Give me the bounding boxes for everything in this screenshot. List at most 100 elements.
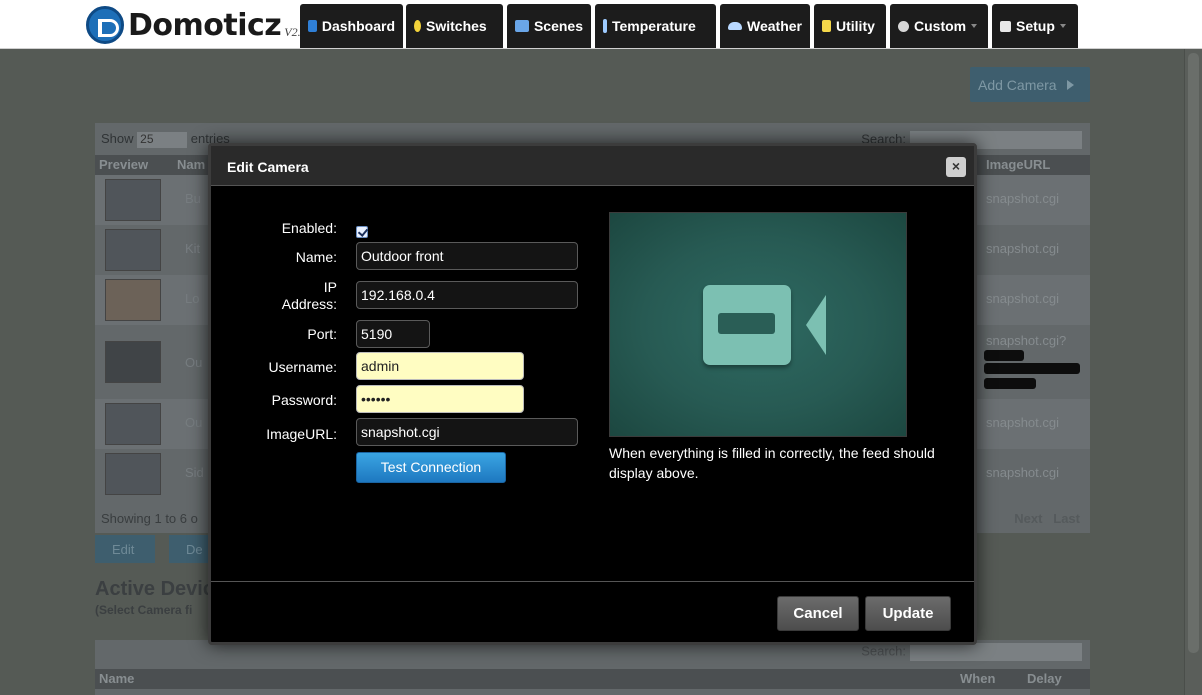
weather-icon	[728, 22, 742, 30]
arrow-right-icon	[1066, 79, 1074, 90]
row-name: Lo	[185, 291, 200, 306]
camera-preview	[609, 212, 907, 437]
nav-switches[interactable]: Switches	[406, 4, 503, 48]
nav-dashboard-label: Dashboard	[321, 18, 395, 34]
ip-label-line2: Address:	[281, 296, 337, 312]
ip-address-field[interactable]: 192.168.0.4	[356, 281, 578, 309]
dialog-title: Edit Camera	[211, 146, 974, 186]
username-label: Username:	[268, 359, 337, 375]
scrollbar-thumb[interactable]	[1188, 53, 1199, 653]
nav-dashboard[interactable]: Dashboard	[300, 4, 403, 48]
username-field[interactable]: admin	[356, 352, 524, 380]
nav-custom-label: Custom	[914, 18, 967, 34]
test-connection-button[interactable]: Test Connection	[356, 452, 506, 483]
nav-custom[interactable]: Custom	[890, 4, 988, 48]
nav-temperature[interactable]: Temperature	[595, 4, 716, 48]
utility-icon	[822, 20, 831, 32]
close-icon[interactable]: ×	[946, 157, 966, 177]
row-name: Kit	[185, 241, 201, 256]
dashboard-icon	[308, 20, 317, 32]
col-name[interactable]: Nam	[177, 157, 205, 172]
edit-button[interactable]: Edit	[95, 535, 155, 563]
password-label: Password:	[271, 392, 337, 408]
chevron-down-icon	[971, 24, 978, 28]
row-name: Bu	[185, 191, 201, 206]
camera-thumbnail	[105, 453, 161, 495]
redacted-block	[984, 363, 1080, 374]
camera-thumbnail	[105, 341, 161, 383]
nav-utility-label: Utility	[836, 18, 875, 34]
row-url: snapshot.cgi	[986, 465, 1059, 480]
active-devices-table: Search: Name When Delay	[95, 640, 1090, 695]
page-scrollbar[interactable]	[1184, 49, 1202, 695]
active-devices-subtitle: (Select Camera fi	[95, 603, 193, 617]
row-name: Ou	[185, 415, 203, 430]
port-label: Port:	[307, 326, 337, 342]
row-url: snapshot.cgi	[986, 415, 1059, 430]
row-url: snapshot.cgi	[986, 291, 1059, 306]
update-button[interactable]: Update	[865, 596, 951, 631]
search-input[interactable]	[910, 643, 1082, 661]
table-pager: Next Last	[1014, 511, 1080, 526]
scenes-icon	[515, 20, 529, 32]
pager-last[interactable]: Last	[1053, 511, 1080, 526]
cancel-button[interactable]: Cancel	[777, 596, 859, 631]
domoticz-logo-icon	[86, 6, 124, 44]
table-info: Showing 1 to 6 o	[101, 511, 198, 526]
nav-weather[interactable]: Weather	[720, 4, 810, 48]
password-field[interactable]: ••••••	[356, 385, 524, 413]
brand-name: Domoticz	[128, 7, 282, 43]
tools-icon	[1000, 20, 1011, 32]
col-delay[interactable]: Delay	[1027, 671, 1062, 686]
gear-icon	[898, 20, 909, 32]
camera-thumbnail	[105, 403, 161, 445]
chevron-down-icon	[1059, 24, 1066, 28]
pager-next[interactable]: Next	[1014, 511, 1042, 526]
edit-camera-dialog: Edit Camera × Enabled: Name: Outdoor fro…	[208, 143, 977, 645]
imageurl-label: ImageURL:	[266, 426, 337, 442]
domoticz-logo[interactable]: Domoticz V2.4349	[86, 6, 325, 44]
nav-scenes-label: Scenes	[533, 18, 583, 34]
col-imageurl[interactable]: ImageURL	[986, 157, 1050, 172]
table2-header: Name When Delay	[95, 669, 1090, 689]
camera-thumbnail	[105, 229, 161, 271]
thermometer-icon	[603, 19, 607, 33]
lightbulb-icon	[414, 20, 421, 32]
col-preview[interactable]: Preview	[99, 157, 148, 172]
nav-switches-label: Switches	[426, 18, 487, 34]
add-camera-label: Add Camera	[978, 76, 1057, 93]
row-url: snapshot.cgi	[986, 241, 1059, 256]
dialog-divider	[211, 581, 974, 582]
add-camera-button[interactable]: Add Camera	[970, 67, 1090, 102]
nav-setup[interactable]: Setup	[992, 4, 1078, 48]
camera-lens-icon	[806, 295, 826, 355]
active-devices-title: Active Devic	[95, 578, 214, 600]
camera-thumbnail	[105, 279, 161, 321]
nav-weather-label: Weather	[747, 18, 802, 34]
nav-scenes[interactable]: Scenes	[507, 4, 591, 48]
nav-utility[interactable]: Utility	[814, 4, 886, 48]
redacted-block	[984, 378, 1036, 389]
row-name: Ou	[185, 355, 203, 370]
show-label: Show	[101, 131, 134, 146]
camera-thumbnail	[105, 179, 161, 221]
top-navbar: Domoticz V2.4349 Dashboard Switches Scen…	[0, 0, 1202, 49]
row-name: Sid	[185, 465, 204, 480]
nav-setup-label: Setup	[1016, 18, 1055, 34]
ip-label-line1: IP	[323, 279, 337, 295]
col-name[interactable]: Name	[99, 671, 134, 686]
col-when[interactable]: When	[960, 671, 995, 686]
row-url: snapshot.cgi?	[986, 333, 1067, 348]
name-field[interactable]: Outdoor front	[356, 242, 578, 270]
entries-select[interactable]: 25	[137, 131, 188, 148]
imageurl-field[interactable]: snapshot.cgi	[356, 418, 578, 446]
camera-slot	[718, 313, 775, 334]
enabled-label: Enabled:	[281, 220, 337, 236]
port-field[interactable]: 5190	[356, 320, 430, 348]
row-url: snapshot.cgi	[986, 191, 1059, 206]
preview-hint: When everything is filled in correctly, …	[609, 445, 935, 481]
name-label: Name:	[295, 249, 337, 265]
nav-temperature-label: Temperature	[612, 18, 696, 34]
redacted-block	[984, 350, 1024, 361]
enabled-checkbox[interactable]	[356, 226, 368, 238]
